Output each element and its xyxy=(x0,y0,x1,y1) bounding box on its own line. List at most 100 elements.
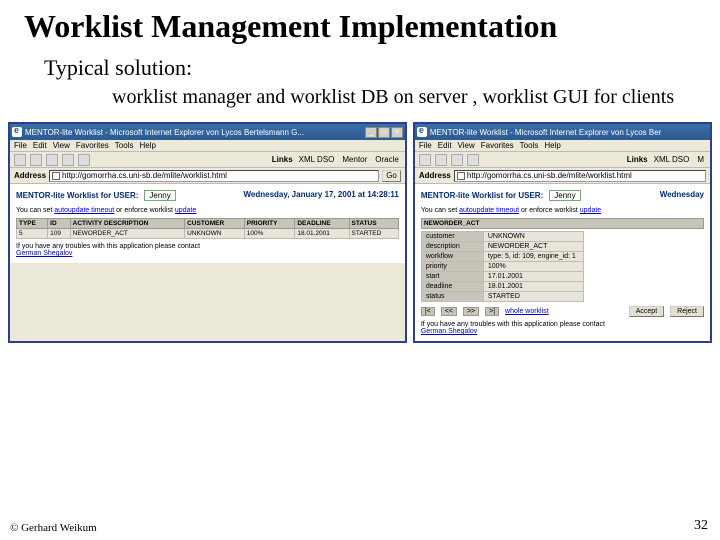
nav-last-button[interactable]: >| xyxy=(485,307,499,316)
copyright: © Gerhard Weikum xyxy=(10,522,97,534)
table-row: start17.01.2001 xyxy=(421,272,583,282)
nav-prev-button[interactable]: << xyxy=(441,307,457,316)
stop-icon[interactable] xyxy=(451,154,463,166)
activity-header-table: NEWORDER_ACT xyxy=(421,218,704,229)
page-icon xyxy=(52,172,60,180)
back-icon[interactable] xyxy=(419,154,431,166)
address-bar: Address http://gomorrha.cs.uni-sb.de/mli… xyxy=(10,168,405,184)
menu-favorites[interactable]: Favorites xyxy=(76,141,109,150)
whole-worklist-link[interactable]: whole worklist xyxy=(505,308,549,315)
slide-subtitle: Typical solution: xyxy=(0,49,720,85)
autoupdate-link[interactable]: autoupdate timeout xyxy=(459,207,519,214)
forward-icon[interactable] xyxy=(30,154,42,166)
refresh-icon[interactable] xyxy=(467,154,479,166)
update-link[interactable]: update xyxy=(175,207,196,214)
table-row: descriptionNEWORDER_ACT xyxy=(421,242,583,252)
link-mentor[interactable]: Mentor xyxy=(340,155,369,164)
home-icon[interactable] xyxy=(78,154,90,166)
menu-view[interactable]: View xyxy=(458,141,475,150)
menu-tools[interactable]: Tools xyxy=(520,141,539,150)
titlebar: MENTOR-lite Worklist - Microsoft Interne… xyxy=(415,124,710,140)
menu-help[interactable]: Help xyxy=(139,141,155,150)
table-row[interactable]: 5 109 NEWORDER_ACT UNKNOWN 100% 18.01.20… xyxy=(17,229,399,239)
menu-help[interactable]: Help xyxy=(544,141,560,150)
toolbar: Links XML DSO Mentor Oracle xyxy=(10,152,405,168)
toolbar: Links XML DSO M xyxy=(415,152,710,168)
link-m[interactable]: M xyxy=(695,155,706,164)
menu-view[interactable]: View xyxy=(53,141,70,150)
nav-first-button[interactable]: |< xyxy=(421,307,435,316)
contact-link[interactable]: German Shegalov xyxy=(421,328,477,335)
accept-button[interactable]: Accept xyxy=(629,306,664,317)
stop-icon[interactable] xyxy=(46,154,58,166)
worklist-table: TYPE ID ACTIVITY DESCRIPTION CUSTOMER PR… xyxy=(16,218,399,239)
update-blurb: You can set autoupdate timeout or enforc… xyxy=(421,207,704,214)
user-field[interactable]: Jenny xyxy=(144,190,175,201)
menu-edit[interactable]: Edit xyxy=(33,141,47,150)
browser-window-left: MENTOR-lite Worklist - Microsoft Interne… xyxy=(8,122,407,343)
window-title: MENTOR-lite Worklist - Microsoft Interne… xyxy=(430,128,708,137)
maximize-button[interactable]: □ xyxy=(378,127,390,138)
page-icon xyxy=(457,172,465,180)
update-blurb: You can set autoupdate timeout or enforc… xyxy=(16,207,399,214)
page-content: MENTOR-lite Worklist for USER: Jenny Wed… xyxy=(415,184,710,341)
ie-icon xyxy=(417,127,427,137)
ie-icon xyxy=(12,127,22,137)
col-activity: ACTIVITY DESCRIPTION xyxy=(70,219,184,229)
menu-favorites[interactable]: Favorites xyxy=(481,141,514,150)
address-label: Address xyxy=(419,171,451,180)
col-deadline: DEADLINE xyxy=(295,219,349,229)
activity-header: NEWORDER_ACT xyxy=(421,219,703,229)
table-header-row: TYPE ID ACTIVITY DESCRIPTION CUSTOMER PR… xyxy=(17,219,399,229)
minimize-button[interactable]: _ xyxy=(365,127,377,138)
close-button[interactable]: × xyxy=(391,127,403,138)
menubar: File Edit View Favorites Tools Help xyxy=(10,140,405,152)
link-xmldso[interactable]: XML DSO xyxy=(297,155,337,164)
address-url: http://gomorrha.cs.uni-sb.de/mlite/workl… xyxy=(467,171,632,180)
table-row: priority100% xyxy=(421,262,583,272)
page-title: MENTOR-lite Worklist for USER: xyxy=(421,191,543,200)
reject-button[interactable]: Reject xyxy=(670,306,704,317)
contact-link[interactable]: German Shegalov xyxy=(16,250,72,257)
action-row: |< << >> >| whole worklist Accept Reject xyxy=(421,306,704,317)
col-type: TYPE xyxy=(17,219,48,229)
links-label: Links xyxy=(272,155,293,164)
nav-next-button[interactable]: >> xyxy=(463,307,479,316)
menubar: File Edit View Favorites Tools Help xyxy=(415,140,710,152)
trouble-note: If you have any troubles with this appli… xyxy=(16,243,399,257)
go-button[interactable]: Go xyxy=(382,170,401,182)
menu-tools[interactable]: Tools xyxy=(115,141,134,150)
col-priority: PRIORITY xyxy=(244,219,295,229)
refresh-icon[interactable] xyxy=(62,154,74,166)
user-field[interactable]: Jenny xyxy=(549,190,580,201)
address-field[interactable]: http://gomorrha.cs.uni-sb.de/mlite/workl… xyxy=(49,170,379,182)
slide-body: worklist manager and worklist DB on serv… xyxy=(0,85,720,122)
browser-window-right: MENTOR-lite Worklist - Microsoft Interne… xyxy=(413,122,712,343)
address-field[interactable]: http://gomorrha.cs.uni-sb.de/mlite/workl… xyxy=(454,170,706,182)
table-row: statusSTARTED xyxy=(421,292,583,302)
titlebar: MENTOR-lite Worklist - Microsoft Interne… xyxy=(10,124,405,140)
page-title: MENTOR-lite Worklist for USER: xyxy=(16,191,138,200)
autoupdate-link[interactable]: autoupdate timeout xyxy=(54,207,114,214)
col-id: ID xyxy=(48,219,70,229)
table-row: workflowtype: 5, id: 109, engine_id: 1 xyxy=(421,252,583,262)
link-oracle[interactable]: Oracle xyxy=(373,155,401,164)
page-content: MENTOR-lite Worklist for USER: Jenny Wed… xyxy=(10,184,405,263)
menu-file[interactable]: File xyxy=(419,141,432,150)
table-row: deadline18.01.2001 xyxy=(421,282,583,292)
address-bar: Address http://gomorrha.cs.uni-sb.de/mli… xyxy=(415,168,710,184)
back-icon[interactable] xyxy=(14,154,26,166)
slide-title: Worklist Management Implementation xyxy=(0,0,720,49)
window-title: MENTOR-lite Worklist - Microsoft Interne… xyxy=(25,128,362,137)
address-url: http://gomorrha.cs.uni-sb.de/mlite/workl… xyxy=(62,171,227,180)
page-datetime: Wednesday, January 17, 2001 at 14:28:11 xyxy=(244,191,399,200)
links-label: Links xyxy=(627,155,648,164)
menu-file[interactable]: File xyxy=(14,141,27,150)
forward-icon[interactable] xyxy=(435,154,447,166)
link-xmldso[interactable]: XML DSO xyxy=(652,155,692,164)
update-link[interactable]: update xyxy=(580,207,601,214)
address-label: Address xyxy=(14,171,46,180)
menu-edit[interactable]: Edit xyxy=(438,141,452,150)
col-customer: CUSTOMER xyxy=(185,219,245,229)
details-table: customerUNKNOWN descriptionNEWORDER_ACT … xyxy=(421,231,584,302)
